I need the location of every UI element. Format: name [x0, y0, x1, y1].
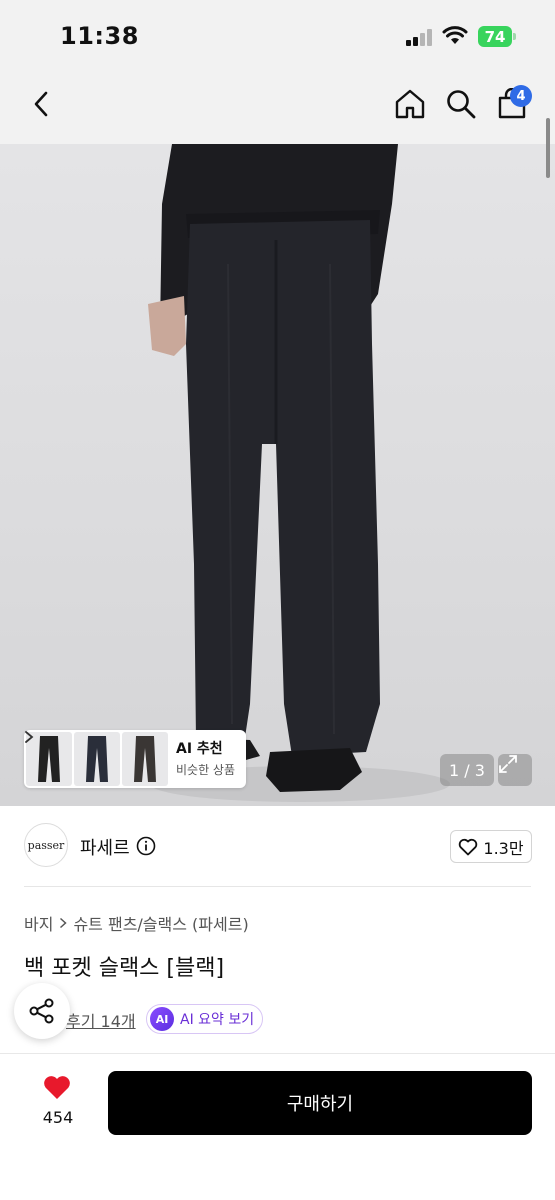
breadcrumb: 바지 슈트 팬츠/슬랙스 (파세르): [24, 911, 249, 935]
reviews-link[interactable]: 후기 14개: [66, 1008, 136, 1032]
share-icon: [29, 998, 54, 1024]
top-nav-bar: [0, 70, 555, 144]
chevron-right-icon: [25, 731, 34, 743]
product-image[interactable]: AI 추천 비슷한 상품 1 / 3: [0, 144, 555, 806]
thumbnail-2[interactable]: [74, 732, 120, 786]
chevron-left-icon: [34, 91, 48, 117]
buy-button[interactable]: 구매하기: [108, 1071, 532, 1135]
info-icon[interactable]: [136, 836, 156, 856]
cart-count-badge: 4: [510, 85, 532, 107]
share-button[interactable]: [14, 983, 70, 1039]
ai-recommend-title[interactable]: AI 추천: [176, 738, 223, 758]
scrollbar[interactable]: [546, 118, 550, 178]
seller-like-button[interactable]: 1.3만: [450, 830, 532, 863]
chevron-right-icon: [60, 917, 68, 929]
ai-summary-button[interactable]: AI AI 요약 보기: [146, 1004, 263, 1034]
product-photo-model: [148, 144, 450, 802]
wish-count: 454: [42, 1108, 74, 1127]
fullscreen-button[interactable]: [498, 754, 532, 786]
battery-level: 74: [484, 27, 506, 46]
ai-summary-label: AI 요약 보기: [180, 1012, 255, 1028]
home-button[interactable]: [392, 86, 428, 122]
heart-filled-icon[interactable]: [42, 1074, 72, 1101]
wifi-icon: [442, 26, 468, 44]
product-title: 백 포켓 슬랙스 [블랙]: [24, 956, 225, 981]
ai-recommend-subtitle: 비슷한 상품: [176, 763, 236, 777]
status-time: 11:38: [60, 22, 139, 50]
ai-badge-icon: AI: [150, 1007, 174, 1031]
similar-products-strip[interactable]: AI 추천 비슷한 상품: [24, 730, 246, 788]
home-icon: [395, 89, 425, 119]
back-button[interactable]: [24, 86, 58, 122]
seller-name[interactable]: 파세르: [80, 834, 130, 860]
cellular-signal-icon: [406, 28, 434, 46]
seller-logo[interactable]: passer: [24, 823, 68, 867]
image-page-counter: 1 / 3: [440, 754, 494, 786]
heart-outline-icon: [459, 838, 478, 855]
section-divider: [24, 886, 531, 887]
status-bar: 11:38 74: [0, 0, 555, 70]
breadcrumb-item[interactable]: 바지: [24, 911, 53, 935]
thumbnail-3[interactable]: [122, 732, 168, 786]
expand-icon: [499, 755, 517, 773]
battery-tip: [513, 33, 516, 40]
battery-icon: 74: [478, 26, 512, 47]
thumbnail-image: [86, 736, 108, 782]
search-icon: [447, 90, 476, 119]
thumbnail-image: [134, 736, 156, 782]
seller-like-count: 1.3만: [483, 838, 524, 858]
seller-logo-text: passer: [27, 838, 65, 852]
breadcrumb-item[interactable]: 슈트 팬츠/슬랙스 (파세르): [73, 911, 248, 935]
search-button[interactable]: [443, 86, 479, 122]
